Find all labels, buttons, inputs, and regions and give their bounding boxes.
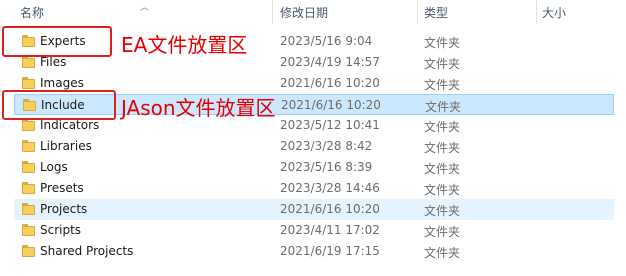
- modified-date: 2023/5/16 9:04: [280, 34, 373, 48]
- modified-date: 2023/4/11 17:02: [280, 223, 380, 237]
- folder-icon: [22, 119, 35, 131]
- file-row-shared-projects[interactable]: Shared Projects 2021/6/19 17:15 文件夹: [14, 241, 614, 262]
- file-type: 文件夹: [424, 162, 461, 176]
- file-type: 文件夹: [424, 225, 461, 239]
- file-name: Files: [40, 55, 67, 69]
- file-row-logs[interactable]: Logs 2023/5/16 8:39 文件夹: [14, 157, 614, 178]
- highlight-box-include: [2, 90, 116, 120]
- file-name: Shared Projects: [40, 244, 134, 258]
- column-header-size[interactable]: 大小: [542, 4, 566, 21]
- modified-date: 2023/5/16 8:39: [280, 160, 373, 174]
- file-name: Indicators: [40, 118, 100, 132]
- file-name: Projects: [40, 202, 88, 216]
- modified-date: 2021/6/16 10:20: [280, 202, 380, 216]
- modified-date: 2023/3/28 14:46: [280, 181, 380, 195]
- modified-date: 2023/5/12 10:41: [280, 118, 380, 132]
- file-type: 文件夹: [424, 246, 461, 260]
- file-name: Logs: [40, 160, 68, 174]
- folder-icon: [22, 245, 35, 257]
- column-divider[interactable]: [536, 0, 537, 24]
- file-type: 文件夹: [424, 36, 461, 50]
- annotation-experts: EA文件放置区: [121, 33, 248, 57]
- file-row-scripts[interactable]: Scripts 2023/4/11 17:02 文件夹: [14, 220, 614, 241]
- folder-icon: [22, 77, 35, 89]
- modified-date: 2021/6/16 10:20: [281, 98, 381, 112]
- column-divider[interactable]: [272, 0, 273, 24]
- file-type: 文件夹: [425, 100, 462, 114]
- file-type: 文件夹: [424, 120, 461, 134]
- file-type: 文件夹: [424, 141, 461, 155]
- file-type: 文件夹: [424, 57, 461, 71]
- modified-date: 2021/6/19 17:15: [280, 244, 380, 258]
- folder-icon: [22, 161, 35, 173]
- file-row-projects[interactable]: Projects 2021/6/16 10:20 文件夹: [14, 199, 614, 220]
- annotation-include: JAson文件放置区: [121, 96, 276, 120]
- column-header-type[interactable]: 类型: [424, 4, 448, 21]
- folder-icon: [22, 140, 35, 152]
- file-name: Presets: [40, 181, 84, 195]
- modified-date: 2021/6/16 10:20: [280, 76, 380, 90]
- column-divider[interactable]: [417, 0, 418, 24]
- file-type: 文件夹: [424, 204, 461, 218]
- modified-date: 2023/3/28 8:42: [280, 139, 373, 153]
- file-name: Scripts: [40, 223, 82, 237]
- file-name: Images: [40, 76, 84, 90]
- file-name: Libraries: [40, 139, 92, 153]
- highlight-box-experts: [2, 26, 112, 57]
- file-row-presets[interactable]: Presets 2023/3/28 14:46 文件夹: [14, 178, 614, 199]
- column-header-date[interactable]: 修改日期: [280, 4, 328, 21]
- modified-date: 2023/4/19 14:57: [280, 55, 380, 69]
- folder-icon: [22, 56, 35, 68]
- folder-icon: [22, 224, 35, 236]
- folder-icon: [22, 182, 35, 194]
- chevron-up-icon: ︿: [140, 3, 150, 13]
- file-type: 文件夹: [424, 183, 461, 197]
- file-row-libraries[interactable]: Libraries 2023/3/28 8:42 文件夹: [14, 136, 614, 157]
- column-header-name[interactable]: 名称: [20, 4, 44, 21]
- folder-icon: [22, 203, 35, 215]
- column-header: ︿ 名称 修改日期 类型 大小: [0, 0, 626, 24]
- file-type: 文件夹: [424, 78, 461, 92]
